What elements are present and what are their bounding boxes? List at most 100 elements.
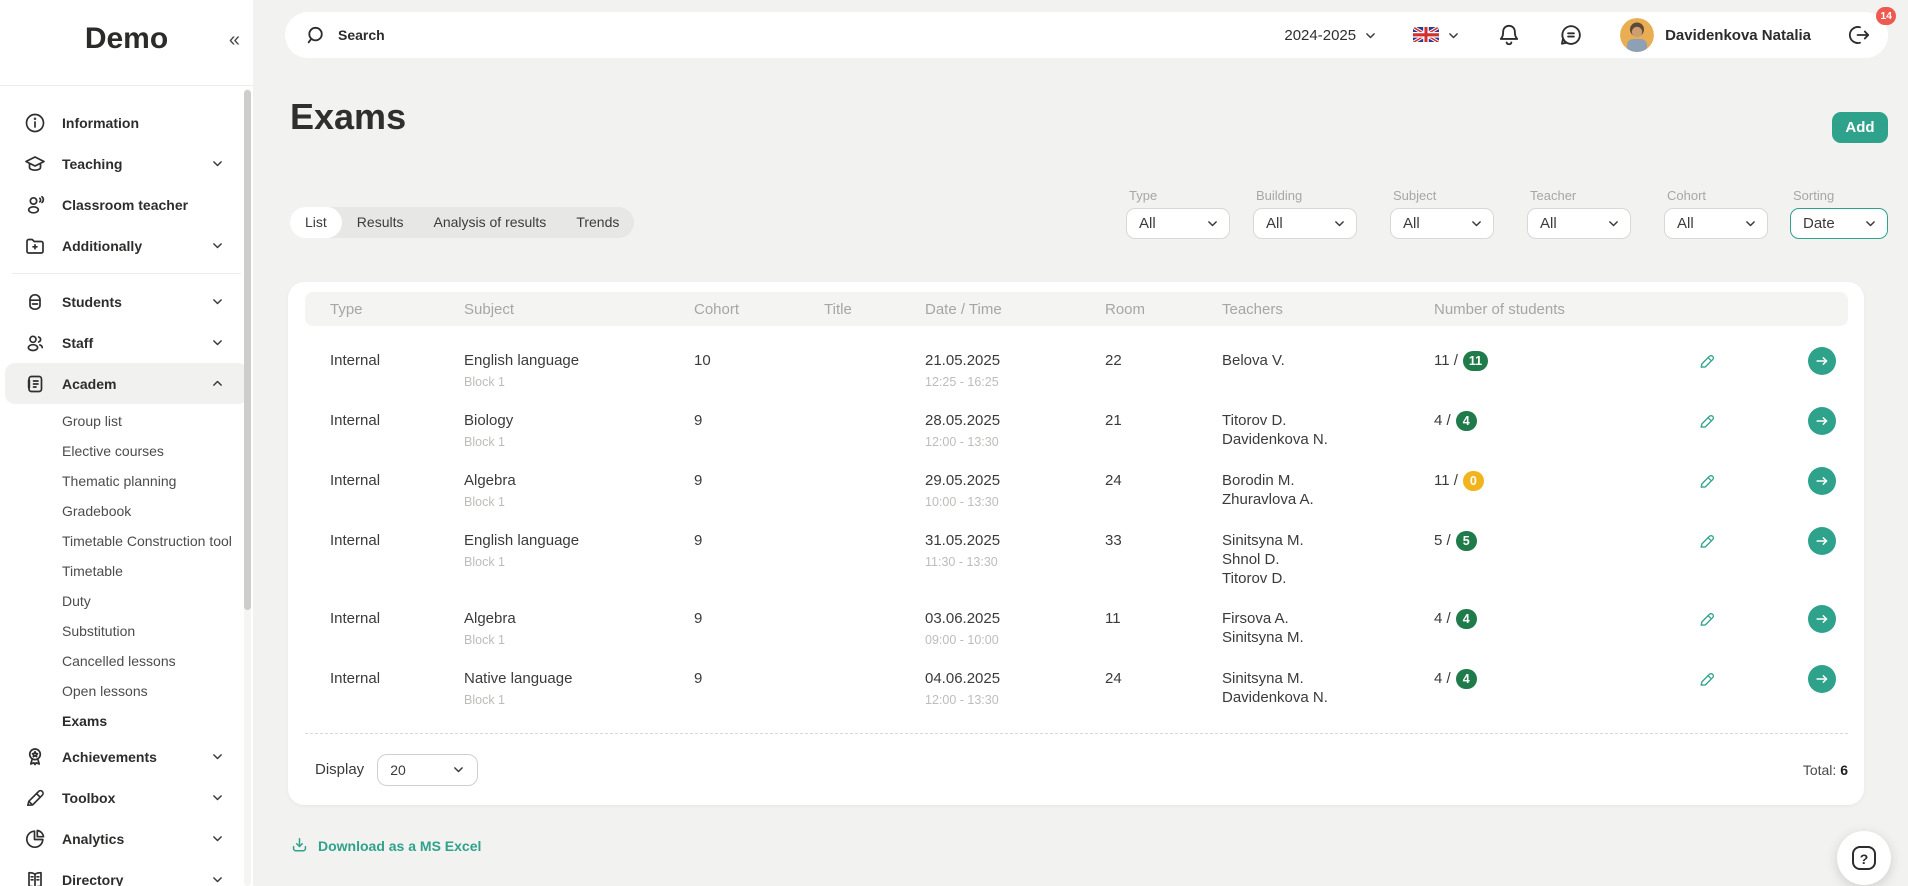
sidebar-item-academ[interactable]: Academ xyxy=(5,363,248,404)
sidebar-subitem-group-list[interactable]: Group list xyxy=(0,406,253,436)
sidebar-subitem-timetable[interactable]: Timetable xyxy=(0,556,253,586)
school-year-value: 2024-2025 xyxy=(1284,27,1356,44)
sidebar-item-label: Information xyxy=(62,115,139,131)
exam-date: 31.05.2025 xyxy=(925,531,1105,550)
open-exam-button[interactable] xyxy=(1808,467,1836,495)
exam-subject: Native language xyxy=(464,669,694,688)
sidebar-subitem-exams[interactable]: Exams xyxy=(0,706,253,736)
exam-subject: Biology xyxy=(464,411,694,430)
filter-select-subject[interactable]: All xyxy=(1390,208,1494,239)
cell-cohort: 10 xyxy=(694,351,824,370)
sidebar-item-classroom-teacher[interactable]: Classroom teacher xyxy=(0,184,253,225)
cell-cohort: 9 xyxy=(694,609,824,628)
chevron-down-icon xyxy=(1607,217,1620,230)
table-header: TypeSubjectCohortTitleDate / TimeRoomTea… xyxy=(305,292,1848,326)
edit-button[interactable] xyxy=(1697,669,1717,689)
cell-cohort: 9 xyxy=(694,531,824,550)
sidebar-subitem-timetable-construction-tool[interactable]: Timetable Construction tool xyxy=(0,526,253,556)
chevron-down-icon xyxy=(211,832,224,845)
chevron-down-icon xyxy=(211,295,224,308)
sidebar-item-achievements[interactable]: Achievements xyxy=(0,736,253,777)
cell-number-of-students: 11 /11 xyxy=(1434,351,1674,370)
open-exam-button[interactable] xyxy=(1808,407,1836,435)
exam-time: 12:00 - 13:30 xyxy=(925,692,1105,708)
sidebar-subitem-duty[interactable]: Duty xyxy=(0,586,253,616)
sidebar-item-toolbox[interactable]: Toolbox xyxy=(0,777,253,818)
cell-type: Internal xyxy=(330,411,464,430)
cell-type: Internal xyxy=(330,609,464,628)
sidebar-item-students[interactable]: Students xyxy=(0,281,253,322)
filter-cohort: CohortAll xyxy=(1664,188,1768,239)
page-size-label: Display xyxy=(315,761,364,778)
tab-list[interactable]: List xyxy=(290,207,342,238)
edit-button[interactable] xyxy=(1697,471,1717,491)
sidebar-item-label: Teaching xyxy=(62,156,122,172)
edit-button[interactable] xyxy=(1697,531,1717,551)
language-select[interactable] xyxy=(1413,27,1460,44)
chevron-down-icon xyxy=(211,873,224,886)
sidebar-item-directory[interactable]: Directory xyxy=(0,859,253,886)
sidebar-item-information[interactable]: Information xyxy=(0,102,253,143)
cell-teachers: Borodin M.Zhuravlova A. xyxy=(1222,471,1434,509)
sidebar-subitem-thematic-planning[interactable]: Thematic planning xyxy=(0,466,253,496)
cell-number-of-students: 11 /0 xyxy=(1434,471,1674,490)
sidebar-header: Demo « xyxy=(0,0,253,86)
filter-select-type[interactable]: All xyxy=(1126,208,1230,239)
chevron-down-icon xyxy=(1447,29,1460,42)
open-exam-button[interactable] xyxy=(1808,347,1836,375)
students-badge: 5 xyxy=(1456,531,1477,551)
notifications-badge: 14 xyxy=(1876,7,1896,25)
edit-button[interactable] xyxy=(1697,609,1717,629)
edit-button[interactable] xyxy=(1697,411,1717,431)
open-exam-button[interactable] xyxy=(1808,665,1836,693)
tab-trends[interactable]: Trends xyxy=(561,207,634,238)
sidebar-subitem-elective-courses[interactable]: Elective courses xyxy=(0,436,253,466)
question-icon: ? xyxy=(1849,843,1879,873)
user-menu[interactable]: Davidenkova Natalia xyxy=(1620,18,1811,52)
sidebar-subitem-open-lessons[interactable]: Open lessons xyxy=(0,676,253,706)
logout-button[interactable] xyxy=(1847,23,1871,47)
sidebar-item-additionally[interactable]: Additionally xyxy=(0,225,253,266)
exams-table-card: TypeSubjectCohortTitleDate / TimeRoomTea… xyxy=(288,282,1864,805)
chevron-down-icon xyxy=(211,791,224,804)
school-year-select[interactable]: 2024-2025 xyxy=(1284,27,1377,44)
sidebar-subitem-cancelled-lessons[interactable]: Cancelled lessons xyxy=(0,646,253,676)
filter-select-teacher[interactable]: All xyxy=(1527,208,1631,239)
sidebar-subitem-gradebook[interactable]: Gradebook xyxy=(0,496,253,526)
sidebar-item-staff[interactable]: Staff xyxy=(0,322,253,363)
students-badge: 4 xyxy=(1456,669,1477,689)
open-book-icon xyxy=(23,868,47,886)
open-exam-button[interactable] xyxy=(1808,527,1836,555)
page-size-select[interactable]: 20 xyxy=(377,754,478,786)
sidebar-scrollbar[interactable] xyxy=(244,89,251,886)
notifications-button[interactable]: 14 xyxy=(1496,22,1522,48)
table-row: InternalEnglish languageBlock 1931.05.20… xyxy=(288,520,1864,598)
open-exam-button[interactable] xyxy=(1808,605,1836,633)
chevron-down-icon xyxy=(1364,29,1377,42)
sidebar-collapse-button[interactable]: « xyxy=(229,30,240,50)
total-count: Total: 6 xyxy=(1803,762,1848,778)
sidebar-scrollbar-thumb[interactable] xyxy=(244,90,251,610)
messages-button[interactable] xyxy=(1558,22,1584,48)
tab-analysis-of-results[interactable]: Analysis of results xyxy=(418,207,561,238)
cell-teachers: Firsova A.Sinitsyna M. xyxy=(1222,609,1434,647)
download-excel-link[interactable]: Download as a MS Excel xyxy=(290,836,481,855)
sidebar-subitem-substitution[interactable]: Substitution xyxy=(0,616,253,646)
chevron-down-icon xyxy=(1864,217,1877,230)
cell-open xyxy=(1740,609,1864,633)
sidebar-item-teaching[interactable]: Teaching xyxy=(0,143,253,184)
tab-results[interactable]: Results xyxy=(342,207,419,238)
sidebar-item-analytics[interactable]: Analytics xyxy=(0,818,253,859)
cell-open xyxy=(1740,411,1864,435)
table-row: InternalEnglish languageBlock 11021.05.2… xyxy=(288,340,1864,400)
filter-select-building[interactable]: All xyxy=(1253,208,1357,239)
add-button[interactable]: Add xyxy=(1832,112,1888,143)
filter-select-sorting[interactable]: Date xyxy=(1790,208,1888,239)
search-input[interactable] xyxy=(338,27,758,43)
edit-button[interactable] xyxy=(1697,351,1717,371)
filter-select-cohort[interactable]: All xyxy=(1664,208,1768,239)
exam-type: Internal xyxy=(330,609,464,628)
exam-type: Internal xyxy=(330,471,464,490)
help-button[interactable]: ? xyxy=(1837,831,1891,885)
cell-type: Internal xyxy=(330,471,464,490)
